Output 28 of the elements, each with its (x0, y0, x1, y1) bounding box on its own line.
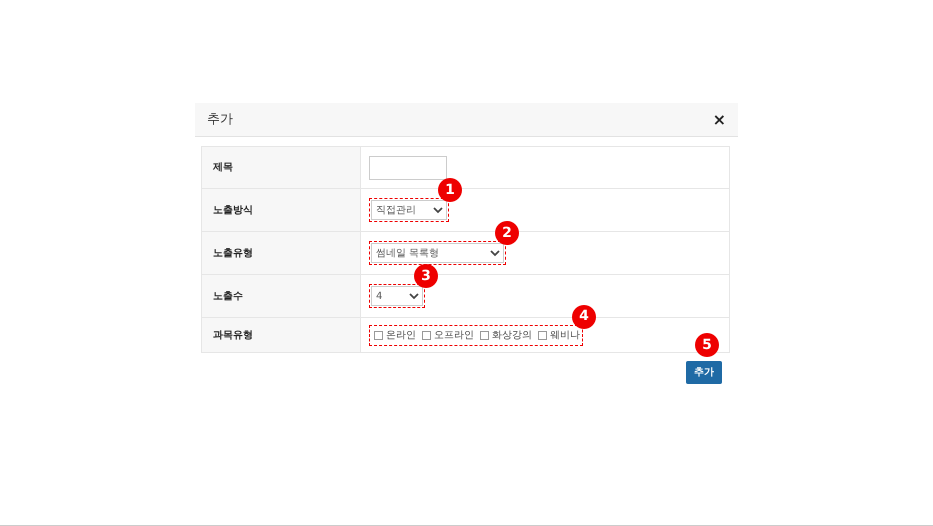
chevron-down-icon (433, 206, 443, 214)
annotation-marker: 5 (695, 333, 719, 357)
dialog-title: 추가 (207, 110, 233, 129)
field-label: 과목유형 (202, 318, 361, 352)
add-button[interactable]: 추가 (686, 361, 722, 384)
checkbox-label: 오프라인 (434, 328, 474, 342)
select-dropdown[interactable]: 직접관리 (371, 200, 447, 220)
annotation-marker: 4 (572, 304, 596, 328)
text-input[interactable] (369, 156, 447, 180)
select-dropdown[interactable]: 썸네일 목록형 (371, 243, 504, 263)
field-label: 노출방식 (202, 189, 361, 231)
close-button[interactable]: × (712, 112, 726, 128)
select-dropdown[interactable]: 4 (371, 286, 423, 306)
chevron-down-icon (409, 292, 419, 300)
annotation-marker: 1 (438, 178, 462, 202)
checkbox[interactable] (480, 330, 489, 340)
checkbox[interactable] (374, 330, 383, 340)
checkbox-label: 온라인 (386, 328, 416, 342)
chevron-down-icon (490, 250, 500, 256)
field-label: 제목 (202, 147, 361, 188)
checkbox[interactable] (422, 330, 431, 340)
field-label: 노출유형 (202, 232, 361, 274)
field-label: 노출수 (202, 275, 361, 317)
checkbox[interactable] (538, 330, 547, 340)
annotation-marker: 2 (495, 221, 519, 245)
checkbox-label: 웨비나 (550, 328, 580, 342)
annotation-marker: 3 (414, 264, 438, 288)
checkbox-label: 화상강의 (492, 328, 532, 342)
